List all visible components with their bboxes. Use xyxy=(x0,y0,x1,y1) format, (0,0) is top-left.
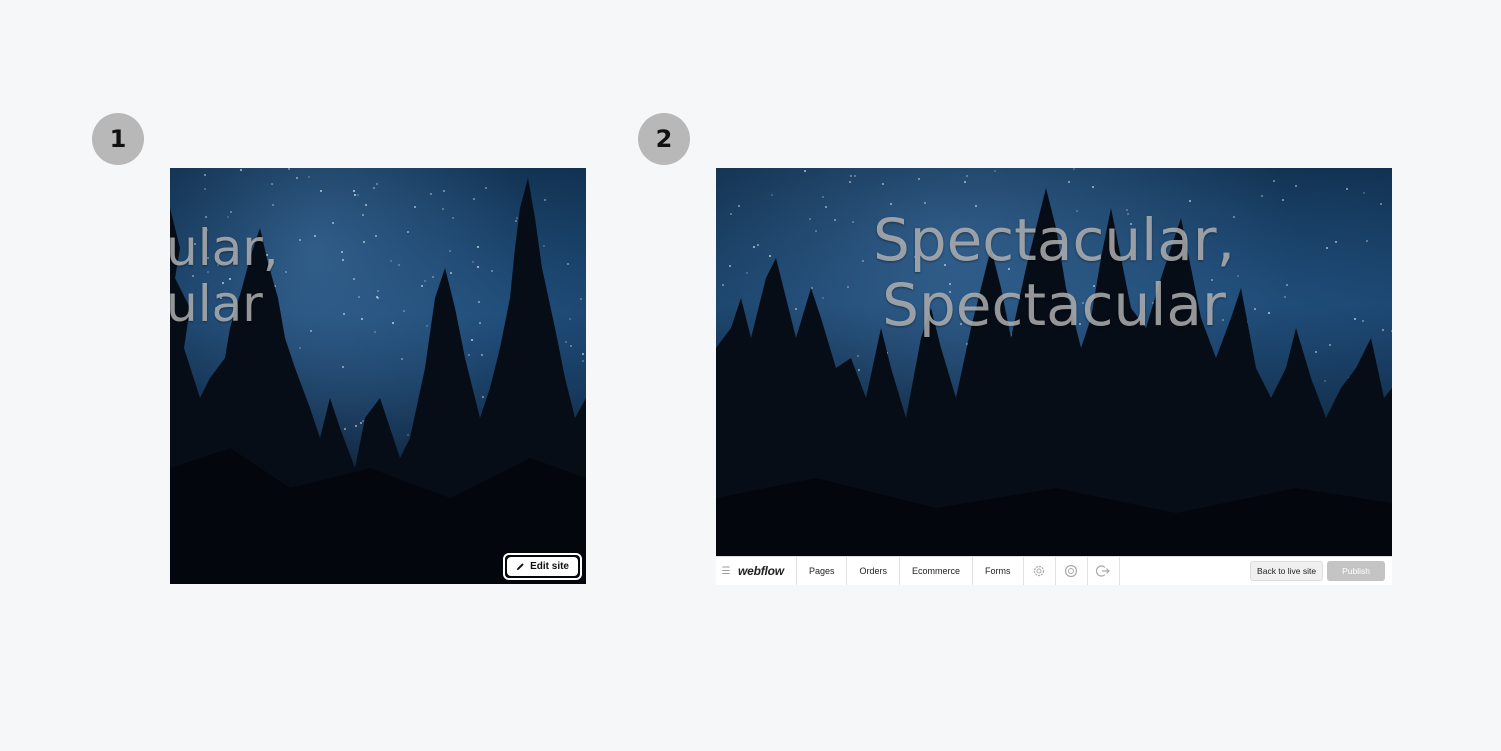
nav-pages[interactable]: Pages xyxy=(795,557,847,585)
hero-line-1: Spectacular, xyxy=(872,206,1236,274)
step-2-badge: 2 xyxy=(638,113,690,165)
logout-icon[interactable] xyxy=(1086,557,1119,585)
hero-heading: Spectacular, Spectacular xyxy=(716,208,1392,338)
hamburger-icon[interactable]: ☰ xyxy=(716,566,736,577)
back-to-live-site-button[interactable]: Back to live site xyxy=(1250,561,1324,581)
site-preview-mobile: ular, ular Edit site xyxy=(170,168,586,584)
pencil-icon xyxy=(516,563,524,571)
edit-site-label: Edit site xyxy=(530,561,569,572)
publish-button[interactable]: Publish xyxy=(1327,561,1385,581)
gear-icon[interactable] xyxy=(1022,557,1055,585)
help-icon[interactable] xyxy=(1054,557,1087,585)
hero-line-1: ular, xyxy=(170,219,279,277)
hero-heading: ular, ular xyxy=(170,220,420,332)
nav-ecommerce[interactable]: Ecommerce xyxy=(898,557,972,585)
nav-forms[interactable]: Forms xyxy=(972,557,1023,585)
step-1-badge: 1 xyxy=(92,113,144,165)
edit-site-button[interactable]: Edit site xyxy=(503,553,582,580)
editor-toolbar: ☰ webflow Pages Orders Ecommerce Forms B… xyxy=(716,556,1392,585)
hero-line-2: ular xyxy=(170,275,263,333)
site-preview-desktop: Spectacular, Spectacular xyxy=(716,168,1392,556)
webflow-logo: webflow xyxy=(738,564,784,578)
hero-line-2: Spectacular xyxy=(882,270,1226,339)
toolbar-spacer xyxy=(1118,557,1251,585)
nav-orders[interactable]: Orders xyxy=(846,557,899,585)
